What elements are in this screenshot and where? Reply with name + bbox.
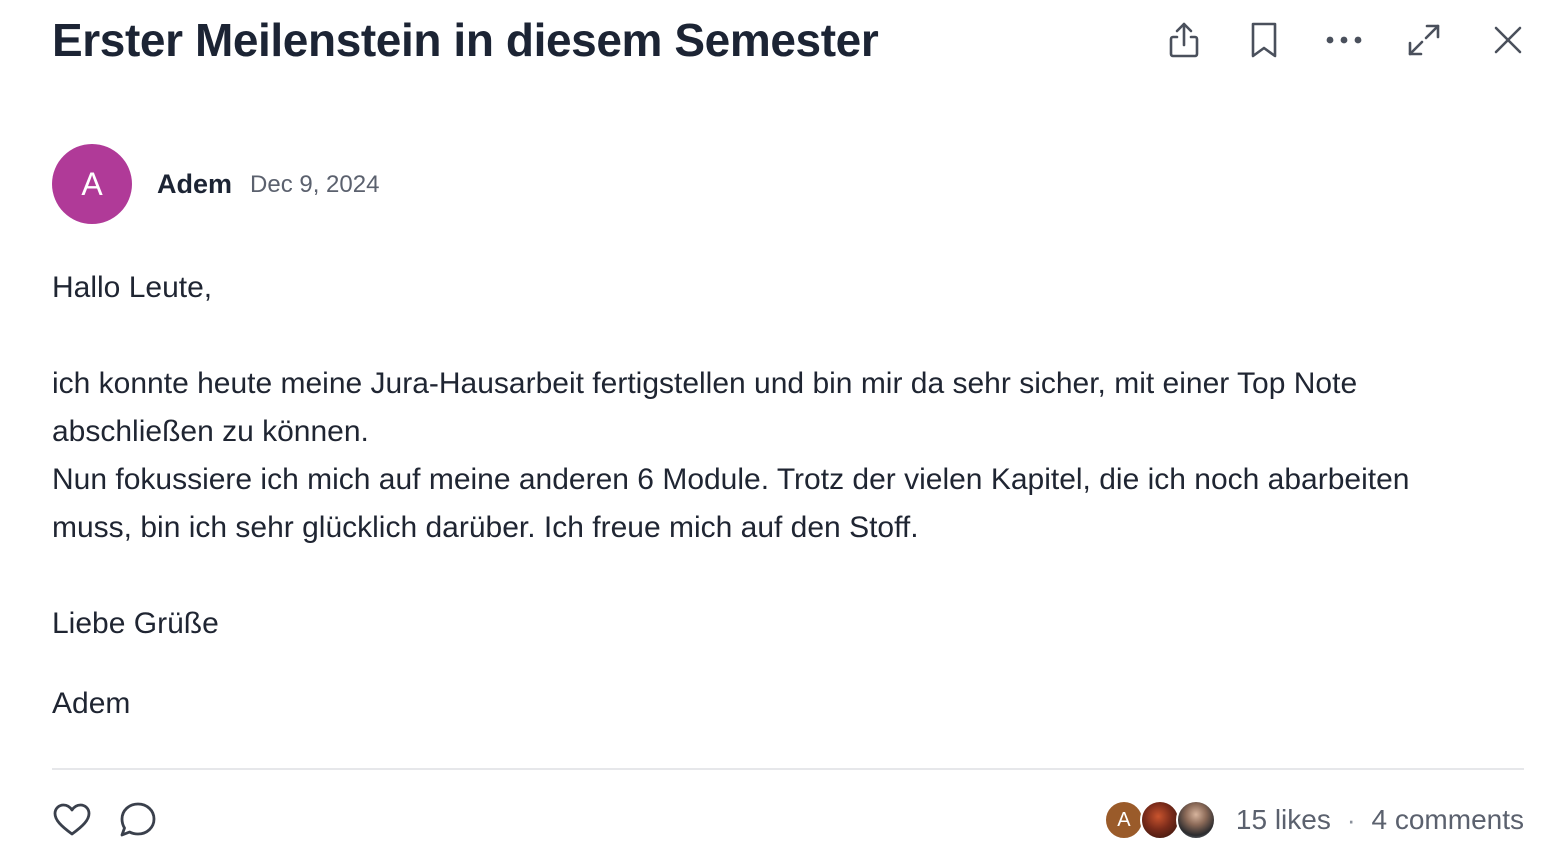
heart-icon [53, 803, 91, 836]
author-name[interactable]: Adem [157, 169, 232, 200]
expand-icon [1408, 24, 1440, 56]
bookmark-button[interactable] [1224, 18, 1304, 62]
more-icon [1326, 36, 1362, 44]
author-avatar[interactable]: A [52, 144, 132, 224]
liker-avatar: A [1103, 800, 1144, 840]
comment-icon [120, 802, 156, 837]
share-button[interactable] [1144, 18, 1224, 62]
expand-button[interactable] [1384, 18, 1464, 62]
close-button[interactable] [1464, 18, 1524, 62]
footer-divider [52, 768, 1524, 770]
liker-avatar-photo [1175, 800, 1216, 840]
bookmark-icon [1251, 22, 1277, 58]
post-toolbar [1144, 18, 1524, 62]
post-footer: A 15 likes · 4 comments [52, 790, 1524, 850]
post-paragraph-2: Nun fokussiere ich mich auf meine andere… [52, 463, 1410, 544]
post-title: Erster Meilenstein in diesem Semester [52, 14, 879, 66]
liker-avatars[interactable]: A [1103, 800, 1216, 840]
post-body: Hallo Leute, ich konnte heute meine Jura… [52, 264, 1492, 728]
close-icon [1494, 26, 1522, 54]
liker-avatar-photo [1139, 800, 1180, 840]
post-signature: Adem [52, 687, 131, 720]
likes-count[interactable]: 15 likes [1236, 804, 1331, 836]
like-button[interactable] [52, 800, 92, 840]
post-greeting: Hallo Leute, [52, 271, 213, 304]
comment-button[interactable] [118, 800, 158, 840]
comments-count[interactable]: 4 comments [1372, 804, 1525, 836]
author-row: A Adem Dec 9, 2024 [52, 144, 379, 224]
reaction-actions [52, 790, 158, 850]
engagement-summary: A 15 likes · 4 comments [1103, 790, 1525, 850]
more-options-button[interactable] [1304, 18, 1384, 62]
separator-dot: · [1346, 804, 1356, 835]
post-header: Erster Meilenstein in diesem Semester [52, 10, 1524, 72]
share-icon [1169, 22, 1199, 58]
post-date: Dec 9, 2024 [250, 171, 380, 198]
post-paragraph-1: ich konnte heute meine Jura-Hausarbeit f… [52, 367, 1358, 448]
post-closing: Liebe Grüße [52, 607, 219, 640]
